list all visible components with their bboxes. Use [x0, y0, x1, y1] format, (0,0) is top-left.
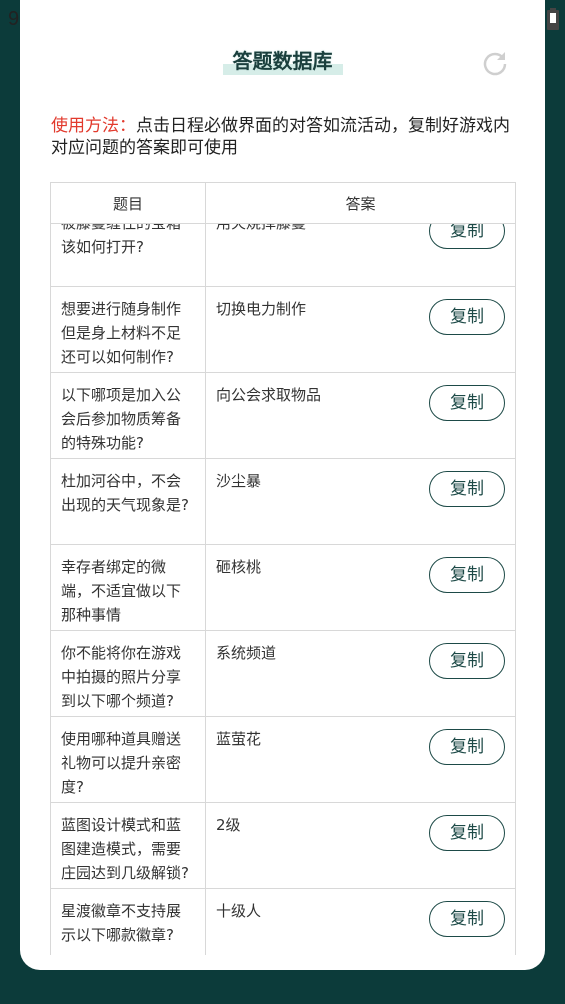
- copy-button[interactable]: 复制: [429, 299, 505, 335]
- question-cell: 想要进行随身制作但是身上材料不足还可以如何制作?: [51, 287, 206, 372]
- question-cell: 以下哪项是加入公会后参加物质筹备的特殊功能?: [51, 373, 206, 458]
- table-row: 杜加河谷中，不会出现的天气现象是? 沙尘暴 复制: [51, 459, 515, 545]
- answer-text: 切换电力制作: [216, 300, 307, 318]
- table-row: 星渡徽章不支持展示以下哪款徽章? 十级人 复制: [51, 889, 515, 955]
- battery-icon: [547, 8, 559, 30]
- copy-button[interactable]: 复制: [429, 385, 505, 421]
- question-cell: 使用哪种道具赠送礼物可以提升亲密度?: [51, 717, 206, 802]
- question-cell: 幸存者绑定的微端，不适宜做以下那种事情: [51, 545, 206, 630]
- answer-cell: 向公会求取物品 复制: [206, 373, 515, 458]
- answer-text: 沙尘暴: [216, 472, 262, 490]
- column-header-answer: 答案: [345, 194, 376, 213]
- answer-cell: 沙尘暴 复制: [206, 459, 515, 544]
- refresh-icon[interactable]: [482, 50, 508, 76]
- copy-button[interactable]: 复制: [429, 224, 505, 249]
- copy-button[interactable]: 复制: [429, 729, 505, 765]
- answer-text: 十级人: [216, 902, 262, 920]
- answer-text: 向公会求取物品: [216, 386, 322, 404]
- page-title: 答题数据库: [20, 45, 545, 75]
- table-row: 幸存者绑定的微端，不适宜做以下那种事情 砸核桃 复制: [51, 545, 515, 631]
- table-body[interactable]: 被藤蔓缠住的宝箱该如何打开? 用火烧掉藤蔓 复制 想要进行随身制作但是身上材料不…: [51, 224, 515, 955]
- copy-button[interactable]: 复制: [429, 643, 505, 679]
- usage-instructions: 使用方法：点击日程必做界面的对答如流活动，复制好游戏内对应问题的答案即可使用: [51, 115, 521, 159]
- table-row: 被藤蔓缠住的宝箱该如何打开? 用火烧掉藤蔓 复制: [51, 224, 515, 287]
- answer-cell: 砸核桃 复制: [206, 545, 515, 630]
- table-row: 以下哪项是加入公会后参加物质筹备的特殊功能? 向公会求取物品 复制: [51, 373, 515, 459]
- answer-cell: 2级 复制: [206, 803, 515, 888]
- page-title-text: 答题数据库: [222, 47, 343, 75]
- table-row: 想要进行随身制作但是身上材料不足还可以如何制作? 切换电力制作 复制: [51, 287, 515, 373]
- copy-button[interactable]: 复制: [429, 901, 505, 937]
- answer-cell: 蓝萤花 复制: [206, 717, 515, 802]
- table-row: 蓝图设计模式和蓝图建造模式，需要庄园达到几级解锁? 2级 复制: [51, 803, 515, 889]
- answer-cell: 用火烧掉藤蔓 复制: [206, 224, 515, 286]
- question-cell: 蓝图设计模式和蓝图建造模式，需要庄园达到几级解锁?: [51, 803, 206, 888]
- table-header: 题目 答案: [51, 183, 515, 224]
- answer-text: 用火烧掉藤蔓: [216, 224, 306, 232]
- answer-text: 系统频道: [216, 644, 277, 662]
- answer-table: 题目 答案 被藤蔓缠住的宝箱该如何打开? 用火烧掉藤蔓 复制 想要进行随身制作但…: [50, 182, 516, 955]
- answer-cell: 十级人 复制: [206, 889, 515, 955]
- answer-text: 蓝萤花: [216, 730, 262, 748]
- question-cell: 被藤蔓缠住的宝箱该如何打开?: [51, 224, 206, 286]
- question-cell: 星渡徽章不支持展示以下哪款徽章?: [51, 889, 206, 955]
- copy-button[interactable]: 复制: [429, 815, 505, 851]
- answer-text: 砸核桃: [216, 558, 262, 576]
- table-row: 使用哪种道具赠送礼物可以提升亲密度? 蓝萤花 复制: [51, 717, 515, 803]
- answer-cell: 切换电力制作 复制: [206, 287, 515, 372]
- question-cell: 你不能将你在游戏中拍摄的照片分享到以下哪个频道?: [51, 631, 206, 716]
- column-header-question: 题目: [51, 183, 206, 223]
- answer-cell: 系统频道 复制: [206, 631, 515, 716]
- table-row: 你不能将你在游戏中拍摄的照片分享到以下哪个频道? 系统频道 复制: [51, 631, 515, 717]
- main-card: 答题数据库 使用方法：点击日程必做界面的对答如流活动，复制好游戏内对应问题的答案…: [20, 0, 545, 970]
- usage-label: 使用方法：: [51, 116, 136, 136]
- answer-text: 2级: [216, 816, 241, 834]
- question-cell: 杜加河谷中，不会出现的天气现象是?: [51, 459, 206, 544]
- copy-button[interactable]: 复制: [429, 471, 505, 507]
- copy-button[interactable]: 复制: [429, 557, 505, 593]
